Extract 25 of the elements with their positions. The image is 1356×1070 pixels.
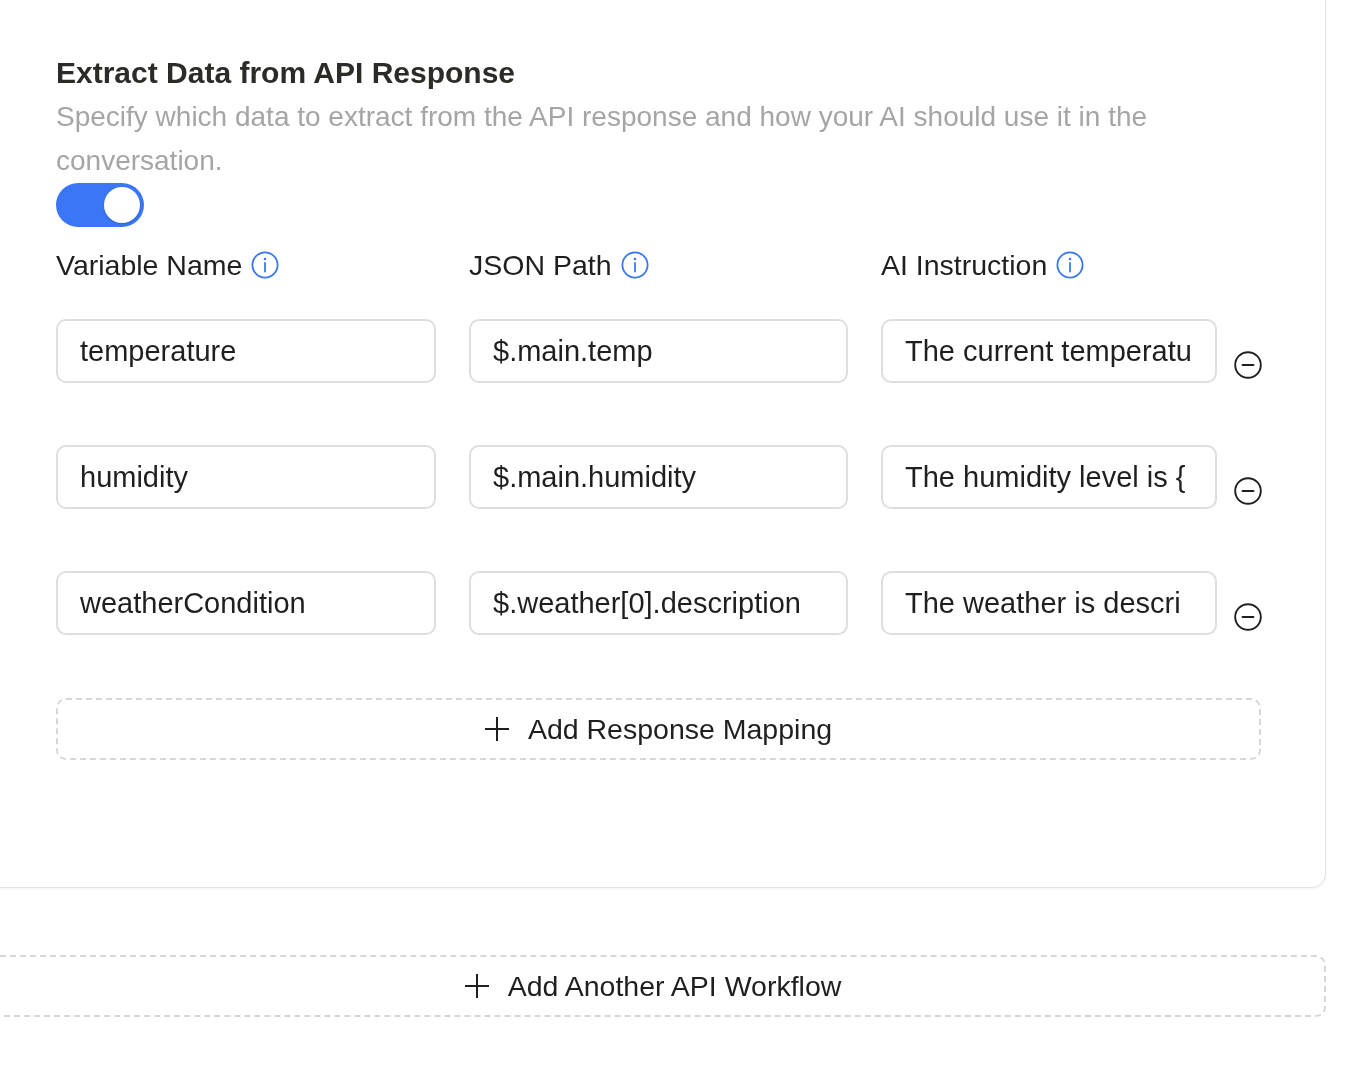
json-path-field[interactable]: $.main.humidity [469, 445, 848, 509]
json-path-field[interactable]: $.main.temp [469, 319, 848, 383]
column-label: JSON Path [469, 248, 612, 283]
variable-name-field[interactable]: humidity [56, 445, 436, 509]
instruction-field[interactable]: The humidity level is { [881, 445, 1217, 509]
section-title: Extract Data from API Response [56, 55, 516, 91]
info-icon [620, 251, 649, 279]
variable-name-field[interactable]: temperature [56, 319, 436, 383]
json-path-field[interactable]: $.weather[0].description [469, 571, 848, 635]
instruction-field[interactable]: The current temperatu [881, 319, 1217, 383]
info-icon [251, 251, 280, 279]
remove-icon[interactable] [1234, 351, 1262, 379]
variable-name-field[interactable]: weatherCondition [56, 571, 436, 635]
column-label: AI Instruction [881, 248, 1048, 283]
remove-icon[interactable] [1234, 477, 1262, 505]
section-description: Specify which data to extract from the API response and how your AI should use it in the conversation. [56, 100, 1149, 178]
add-workflow-button[interactable]: Add Another API Workflow [0, 955, 1326, 1017]
add-mapping-button[interactable]: Add Response Mapping [56, 698, 1261, 760]
column-label: Variable Name [56, 248, 243, 283]
plus-icon [484, 717, 509, 741]
plus-icon [464, 974, 489, 998]
toggle-switch[interactable] [56, 183, 144, 227]
remove-icon[interactable] [1234, 603, 1262, 631]
instruction-field[interactable]: The weather is descri [881, 571, 1217, 635]
info-icon [1056, 251, 1085, 279]
